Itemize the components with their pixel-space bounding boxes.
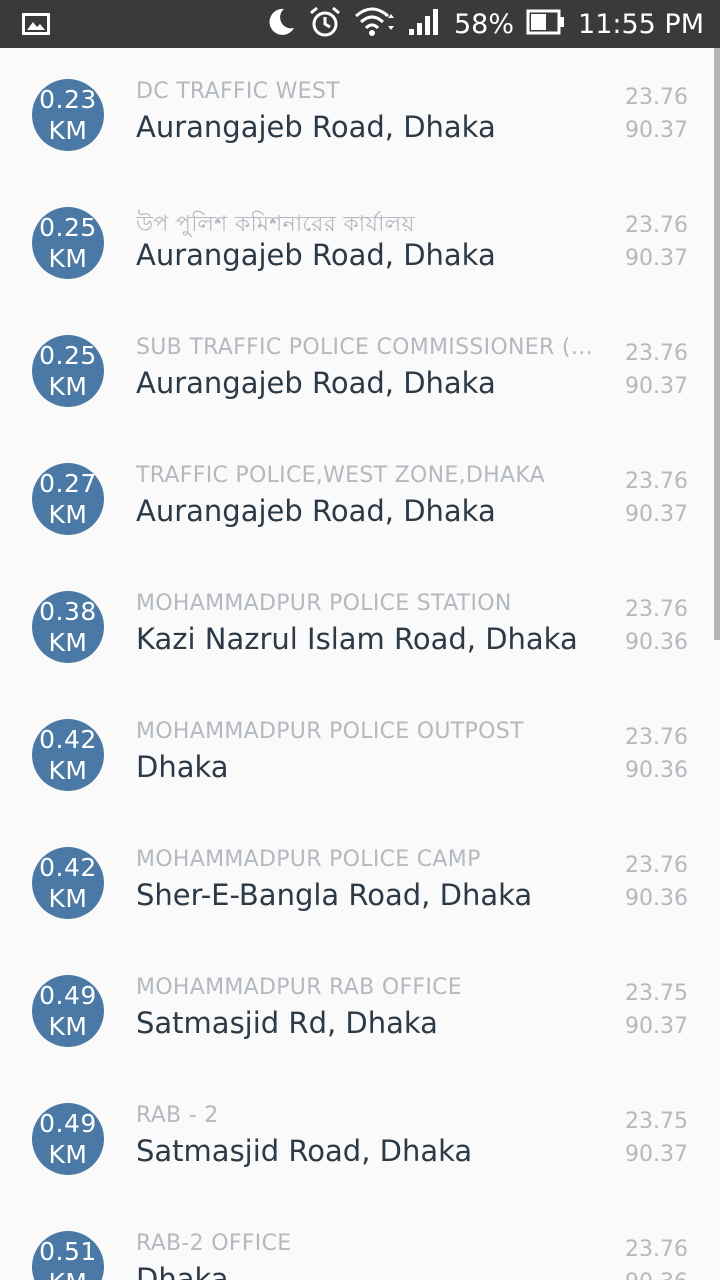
distance-unit: KM (48, 628, 88, 657)
police-station-list: 0.23 KM DC TRAFFIC WEST Aurangajeb Road,… (0, 48, 720, 1280)
list-item[interactable]: 0.49 KM RAB - 2 Satmasjid Road, Dhaka 23… (0, 1072, 720, 1200)
longitude: 90.36 (625, 886, 688, 911)
longitude: 90.37 (625, 118, 688, 143)
place-address: Aurangajeb Road, Dhaka (136, 366, 496, 400)
longitude: 90.37 (625, 1014, 688, 1039)
latitude: 23.75 (625, 981, 688, 1006)
place-address: Dhaka (136, 750, 229, 784)
distance-badge: 0.49 KM (32, 975, 104, 1047)
list-item[interactable]: 0.25 KM SUB TRAFFIC POLICE COMMISSIONER … (0, 304, 720, 432)
distance-unit: KM (48, 1012, 88, 1041)
scrollbar[interactable] (714, 48, 720, 640)
place-name: RAB - 2 (136, 1103, 219, 1128)
distance-unit: KM (48, 116, 88, 145)
latitude: 23.76 (625, 597, 688, 622)
latitude: 23.76 (625, 1237, 688, 1262)
place-address: Satmasjid Rd, Dhaka (136, 1006, 438, 1040)
distance-value: 0.42 (39, 725, 97, 754)
moon-icon (264, 6, 296, 42)
longitude: 90.37 (625, 374, 688, 399)
place-address: Aurangajeb Road, Dhaka (136, 110, 496, 144)
gallery-icon (22, 13, 50, 39)
distance-unit: KM (49, 1267, 88, 1280)
distance-value: 0.51 (39, 1237, 97, 1266)
place-name: MOHAMMADPUR RAB OFFICE (136, 975, 462, 1000)
list-item[interactable]: 0.42 KM MOHAMMADPUR POLICE CAMP Sher-E-B… (0, 816, 720, 944)
distance-value: 0.27 (39, 469, 97, 498)
list-item[interactable]: 0.27 KM TRAFFIC POLICE,WEST ZONE,DHAKA A… (0, 432, 720, 560)
list-item[interactable]: 0.23 KM DC TRAFFIC WEST Aurangajeb Road,… (0, 48, 720, 176)
signal-icon (408, 7, 442, 41)
distance-value: 0.49 (39, 1109, 97, 1138)
place-name: TRAFFIC POLICE,WEST ZONE,DHAKA (136, 463, 546, 488)
distance-unit: KM (48, 1140, 88, 1169)
distance-badge: 0.42 KM (32, 719, 104, 791)
latitude: 23.75 (625, 1109, 688, 1134)
list-item[interactable]: 0.38 KM MOHAMMADPUR POLICE STATION Kazi … (0, 560, 720, 688)
place-name: DC TRAFFIC WEST (136, 79, 340, 104)
distance-badge: 0.25 KM (32, 335, 104, 407)
distance-value: 0.49 (39, 981, 97, 1010)
clock: 11:55 PM (578, 8, 704, 40)
distance-unit: KM (48, 884, 88, 913)
longitude: 90.36 (625, 630, 688, 655)
place-address: Aurangajeb Road, Dhaka (136, 494, 496, 528)
place-address: Dhaka (136, 1262, 229, 1280)
battery-icon (526, 9, 566, 39)
distance-value: 0.42 (39, 853, 97, 882)
distance-badge: 0.49 KM (32, 1103, 104, 1175)
latitude: 23.76 (625, 725, 688, 750)
distance-badge: 0.25 KM (32, 207, 104, 279)
place-name: MOHAMMADPUR POLICE STATION (136, 591, 512, 616)
place-name: MOHAMMADPUR POLICE OUTPOST (136, 719, 524, 744)
place-name: RAB-2 OFFICE (136, 1231, 292, 1256)
distance-badge: 0.38 KM (32, 591, 104, 663)
list-item[interactable]: 0.49 KM MOHAMMADPUR RAB OFFICE Satmasjid… (0, 944, 720, 1072)
list-item[interactable]: 0.51 KM RAB-2 OFFICE Dhaka 23.76 90.36 (0, 1200, 720, 1280)
distance-value: 0.38 (39, 597, 97, 626)
longitude: 90.37 (625, 246, 688, 271)
distance-value: 0.25 (39, 213, 97, 242)
latitude: 23.76 (625, 853, 688, 878)
distance-unit: KM (48, 756, 88, 785)
distance-badge: 0.42 KM (32, 847, 104, 919)
longitude: 90.36 (625, 758, 688, 783)
place-address: Kazi Nazrul Islam Road, Dhaka (136, 622, 578, 656)
distance-value: 0.25 (39, 341, 97, 370)
alarm-icon (308, 5, 342, 43)
place-address: Sher-E-Bangla Road, Dhaka (136, 878, 533, 912)
latitude: 23.76 (625, 341, 688, 366)
distance-unit: KM (48, 500, 88, 529)
latitude: 23.76 (625, 85, 688, 110)
status-bar: 58% 11:55 PM (0, 0, 720, 48)
list-item[interactable]: 0.25 KM উপ পুলিশ কমিশনারের কার্যালয় Aur… (0, 176, 720, 304)
distance-badge: 0.23 KM (32, 79, 104, 151)
place-address: Aurangajeb Road, Dhaka (136, 238, 496, 272)
place-name: SUB TRAFFIC POLICE COMMISSIONER (… (136, 335, 594, 360)
place-address: Satmasjid Road, Dhaka (136, 1134, 473, 1168)
longitude: 90.37 (625, 502, 688, 527)
distance-unit: KM (48, 244, 88, 273)
place-name: MOHAMMADPUR POLICE CAMP (136, 847, 481, 872)
list-item[interactable]: 0.42 KM MOHAMMADPUR POLICE OUTPOST Dhaka… (0, 688, 720, 816)
distance-badge: 0.27 KM (32, 463, 104, 535)
longitude: 90.36 (625, 1270, 688, 1280)
latitude: 23.76 (625, 213, 688, 238)
distance-unit: KM (48, 372, 88, 401)
distance-value: 0.23 (39, 85, 97, 114)
latitude: 23.76 (625, 469, 688, 494)
longitude: 90.37 (625, 1142, 688, 1167)
battery-percent: 58% (454, 8, 515, 40)
wifi-icon (354, 6, 396, 42)
distance-badge: 0.51 KM (32, 1231, 104, 1280)
